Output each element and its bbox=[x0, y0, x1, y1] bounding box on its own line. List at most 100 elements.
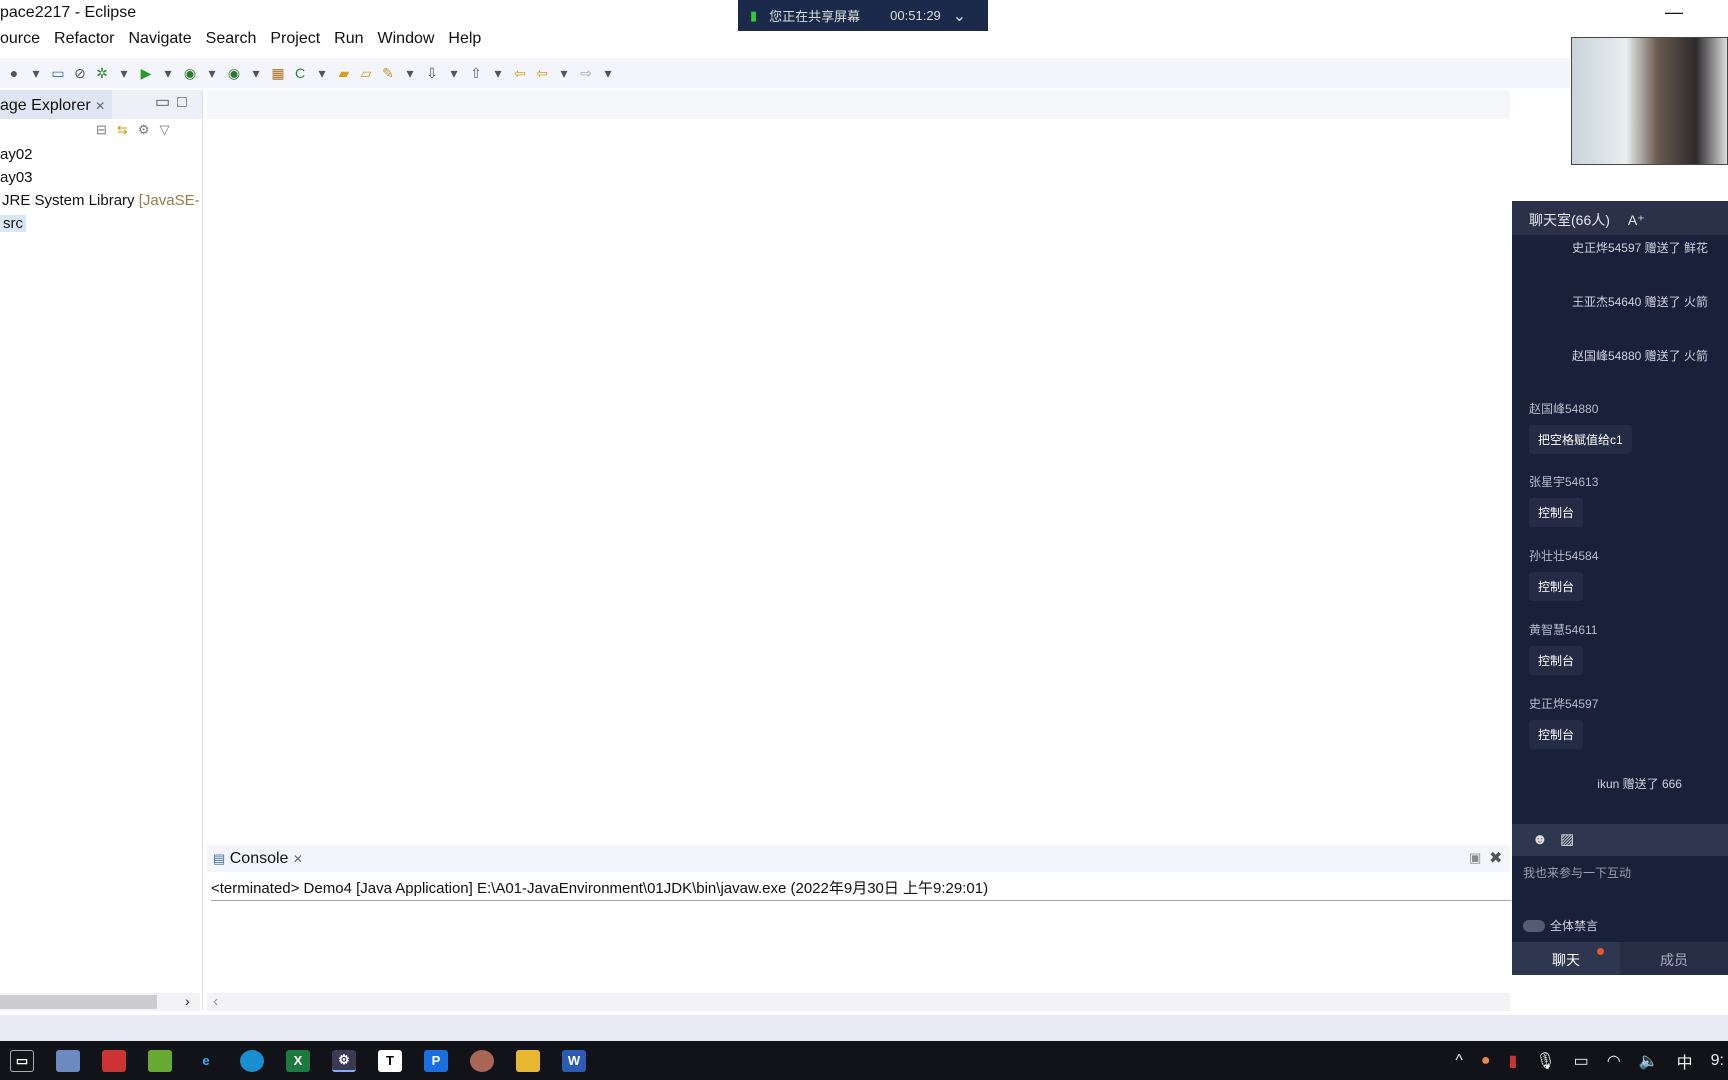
dropdown-icon[interactable]: ▾ bbox=[160, 65, 176, 81]
menu-source[interactable]: ource bbox=[0, 30, 40, 54]
pen-icon[interactable]: ✎ bbox=[380, 65, 396, 81]
show-hidden-icon[interactable]: ^ bbox=[1455, 1052, 1463, 1070]
minimize-icon[interactable]: ▭ bbox=[155, 92, 170, 112]
debug-icon[interactable]: ✲ bbox=[94, 65, 110, 81]
dropdown-icon[interactable]: ▾ bbox=[248, 65, 264, 81]
mute-all-label: 全体禁言 bbox=[1550, 919, 1599, 933]
excel-app-icon[interactable]: X bbox=[286, 1049, 310, 1072]
profile-icon[interactable]: ● bbox=[6, 65, 22, 81]
webcam-video bbox=[1571, 37, 1728, 165]
tree-item-project[interactable]: ay02 bbox=[0, 146, 33, 163]
dropdown-icon[interactable]: ▾ bbox=[116, 65, 132, 81]
prev-annotation-icon[interactable]: ⇧ bbox=[468, 65, 484, 81]
tab-members[interactable]: 成员 bbox=[1620, 942, 1728, 975]
word-app-icon[interactable]: W bbox=[562, 1049, 586, 1072]
jre-version: [JavaSE- bbox=[138, 192, 200, 209]
forward-icon[interactable]: ⇨ bbox=[578, 65, 594, 81]
input-method[interactable]: 中 bbox=[1677, 1049, 1693, 1073]
console-display-icon[interactable]: ▣ bbox=[1469, 850, 1481, 866]
menu-project[interactable]: Project bbox=[270, 30, 320, 54]
p-app-icon[interactable]: P bbox=[424, 1049, 448, 1072]
tab-console[interactable]: ▤ Console ✕ ▣ ✖ bbox=[207, 845, 1510, 872]
chevron-down-icon[interactable]: ⌄ bbox=[953, 6, 966, 26]
microphone-icon[interactable]: 🎙 bbox=[1535, 1051, 1555, 1071]
skip-breakpoints-icon[interactable]: ⊘ bbox=[72, 65, 88, 81]
next-annotation-icon[interactable]: ⇩ bbox=[424, 65, 440, 81]
menu-window[interactable]: Window bbox=[378, 30, 435, 54]
console-output: <terminated> Demo4 [Java Application] E:… bbox=[211, 877, 1511, 901]
maximize-icon[interactable]: □ bbox=[177, 94, 187, 112]
dropdown-icon[interactable]: ▾ bbox=[28, 65, 44, 81]
tab-package-explorer[interactable]: age Explorer ✕ bbox=[0, 90, 112, 119]
scroll-left-icon[interactable]: ‹ bbox=[213, 993, 218, 1010]
emoji-icon[interactable]: ☻ bbox=[1532, 831, 1548, 848]
mute-all-toggle[interactable]: 全体禁言 bbox=[1523, 917, 1598, 934]
close-icon[interactable]: ✕ bbox=[293, 852, 303, 866]
chat-username: 史正烨54597 bbox=[1529, 697, 1599, 711]
terminal-icon[interactable]: ▭ bbox=[50, 65, 66, 81]
chat-input[interactable]: 我也来参与一下互动 bbox=[1523, 864, 1631, 881]
console-scrollbar[interactable]: ‹ bbox=[207, 993, 1510, 1011]
menu-run[interactable]: Run bbox=[334, 30, 363, 54]
close-icon[interactable]: ✕ bbox=[95, 99, 105, 113]
filter-icon[interactable]: ⚙ bbox=[138, 122, 150, 138]
clock[interactable]: 9: bbox=[1711, 1052, 1724, 1070]
wifi-icon[interactable]: ◠ bbox=[1607, 1051, 1621, 1071]
toggle-switch[interactable] bbox=[1523, 919, 1545, 932]
eclipse-app-icon[interactable]: ⚙ bbox=[332, 1049, 356, 1072]
coverage-icon[interactable]: ◉ bbox=[182, 65, 198, 81]
tree-item-jre[interactable]: JRE System Library [JavaSE- bbox=[2, 192, 200, 209]
run-icon[interactable]: ▶ bbox=[138, 65, 154, 81]
menu-help[interactable]: Help bbox=[448, 30, 481, 54]
dropdown-icon[interactable]: ▾ bbox=[446, 65, 462, 81]
share-timer: 00:51:29 bbox=[890, 8, 941, 23]
paint-app-icon[interactable] bbox=[56, 1049, 80, 1072]
tree-item-project[interactable]: ay03 bbox=[0, 169, 33, 186]
avatar-app-icon[interactable] bbox=[470, 1049, 494, 1072]
last-edit-icon[interactable]: ⇦ bbox=[512, 65, 528, 81]
minimize-button[interactable]: — bbox=[1665, 2, 1683, 23]
external-tools-icon[interactable]: ◉ bbox=[226, 65, 242, 81]
dropdown-icon[interactable]: ▾ bbox=[314, 65, 330, 81]
menu-search[interactable]: Search bbox=[206, 30, 257, 54]
volume-icon[interactable]: 🔈 bbox=[1639, 1051, 1659, 1071]
view-menu-icon[interactable]: ▽ bbox=[159, 122, 169, 138]
file-explorer-icon[interactable] bbox=[516, 1049, 540, 1072]
image-icon[interactable]: ▨ bbox=[1560, 831, 1574, 848]
editor-area[interactable] bbox=[207, 90, 1510, 840]
font-size-button[interactable]: A⁺ bbox=[1628, 212, 1645, 228]
remove-launch-icon[interactable]: ✖ bbox=[1489, 848, 1502, 868]
app-icon[interactable] bbox=[102, 1049, 126, 1072]
menu-refactor[interactable]: Refactor bbox=[54, 30, 114, 54]
menu-navigate[interactable]: Navigate bbox=[129, 30, 192, 54]
new-package-icon[interactable]: ▦ bbox=[270, 65, 286, 81]
open-type-icon[interactable]: ▰ bbox=[336, 65, 352, 81]
browser-app-icon[interactable]: e bbox=[194, 1050, 218, 1072]
back-icon[interactable]: ⇦ bbox=[534, 65, 550, 81]
gift-message: ikun 赠送了 666 bbox=[1597, 777, 1682, 791]
dropdown-icon[interactable]: ▾ bbox=[402, 65, 418, 81]
toolbar: ● ▾ ▭ ⊘ ✲ ▾ ▶ ▾ ◉ ▾ ◉ ▾ ▦ C ▾ ▰ ▱ ✎ ▾ ⇩ ▾ ⇧ ▾ ⇦ ⇦… bbox=[0, 58, 1570, 88]
dropdown-icon[interactable]: ▾ bbox=[490, 65, 506, 81]
terminal-app-icon[interactable]: ▭ bbox=[10, 1049, 34, 1072]
recorder-icon[interactable]: ▮ bbox=[1509, 1051, 1518, 1071]
screen-share-banner[interactable]: ▮ 您正在共享屏幕 00:51:29 ⌄ bbox=[738, 0, 988, 31]
chat-username: 张星宇54613 bbox=[1529, 475, 1599, 489]
qq-icon[interactable]: ● bbox=[1481, 1052, 1491, 1070]
typora-app-icon[interactable]: T bbox=[378, 1049, 402, 1072]
scrollbar-thumb[interactable] bbox=[0, 995, 157, 1009]
tree-item-src[interactable]: src bbox=[0, 215, 26, 232]
dropdown-icon[interactable]: ▾ bbox=[204, 65, 220, 81]
battery-icon[interactable]: ▭ bbox=[1574, 1051, 1589, 1071]
dropdown-icon[interactable]: ▾ bbox=[600, 65, 616, 81]
notepad-app-icon[interactable] bbox=[148, 1049, 172, 1072]
tab-chat[interactable]: 聊天 bbox=[1512, 942, 1620, 975]
link-editor-icon[interactable]: ⇆ bbox=[117, 122, 128, 138]
new-class-icon[interactable]: C bbox=[292, 65, 308, 81]
chat-bubble: 控制台 bbox=[1529, 720, 1584, 749]
scroll-right-icon[interactable]: › bbox=[185, 993, 190, 1009]
open-folder-icon[interactable]: ▱ bbox=[358, 65, 374, 81]
edge-app-icon[interactable] bbox=[240, 1049, 264, 1072]
dropdown-icon[interactable]: ▾ bbox=[556, 65, 572, 81]
collapse-all-icon[interactable]: ⊟ bbox=[96, 122, 107, 138]
